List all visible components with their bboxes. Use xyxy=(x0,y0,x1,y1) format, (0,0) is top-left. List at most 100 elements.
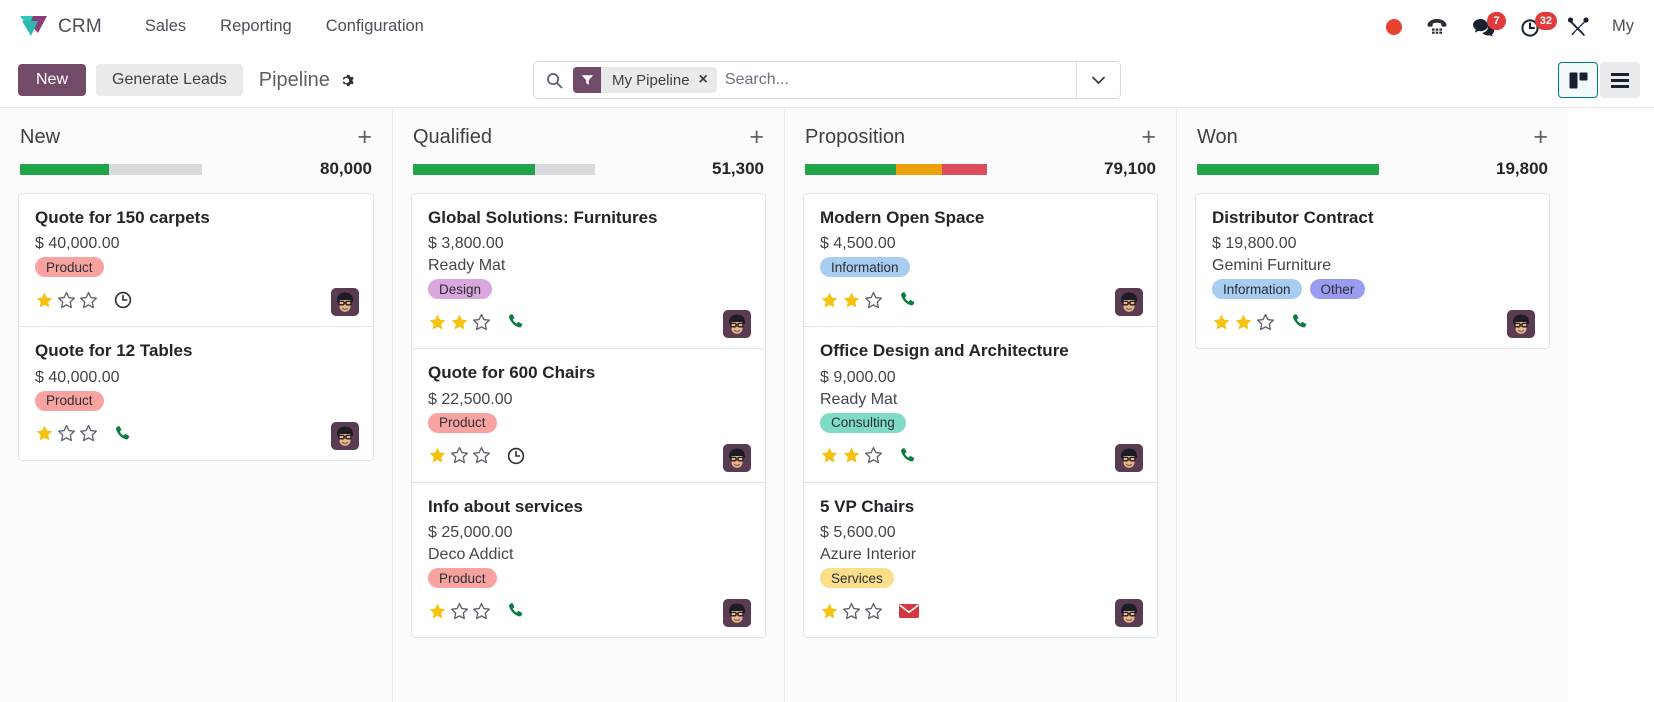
kanban-card[interactable]: Info about services $ 25,000.00 Deco Add… xyxy=(412,481,765,637)
add-card-button[interactable]: + xyxy=(1141,125,1156,150)
kanban-card[interactable]: Distributor Contract $ 19,800.00 Gemini … xyxy=(1196,194,1549,348)
search-input[interactable] xyxy=(716,63,1076,97)
nav-link-reporting[interactable]: Reporting xyxy=(203,9,309,44)
priority-star[interactable] xyxy=(864,291,883,310)
progress-segment[interactable] xyxy=(1197,163,1379,175)
activity-icon[interactable] xyxy=(1290,312,1310,332)
kanban-card[interactable]: Global Solutions: Furnitures $ 3,800.00 … xyxy=(412,194,765,348)
progress-segment[interactable] xyxy=(941,163,987,175)
priority-star[interactable] xyxy=(842,602,861,621)
avatar[interactable] xyxy=(1115,443,1143,472)
avatar[interactable] xyxy=(331,421,359,450)
activity-icon[interactable] xyxy=(506,601,526,621)
activity-icon[interactable] xyxy=(506,312,526,332)
progress-segment[interactable] xyxy=(413,163,535,175)
priority-star[interactable] xyxy=(428,602,447,621)
progress-segment[interactable] xyxy=(20,163,110,175)
card-title: Distributor Contract xyxy=(1212,208,1374,227)
avatar[interactable] xyxy=(1115,599,1143,628)
priority-star[interactable] xyxy=(864,602,883,621)
add-card-button[interactable]: + xyxy=(749,125,764,150)
activity-icon[interactable] xyxy=(506,446,526,466)
card-tag[interactable]: Product xyxy=(35,257,104,278)
record-dot-icon[interactable] xyxy=(1374,15,1414,39)
nav-link-configuration[interactable]: Configuration xyxy=(309,9,441,44)
priority-star[interactable] xyxy=(472,313,491,332)
list-view-button[interactable] xyxy=(1600,62,1640,98)
activity-icon[interactable] xyxy=(898,446,918,466)
priority-star[interactable] xyxy=(450,602,469,621)
priority-star[interactable] xyxy=(864,446,883,465)
kanban-card[interactable]: Quote for 600 Chairs $ 22,500.00 Product xyxy=(412,348,765,481)
progress-segment[interactable] xyxy=(896,163,942,175)
priority-star[interactable] xyxy=(79,291,98,310)
priority-star[interactable] xyxy=(1256,313,1275,332)
priority-star[interactable] xyxy=(35,291,54,310)
priority-star[interactable] xyxy=(820,291,839,310)
search-facet-my-pipeline[interactable]: My Pipeline × xyxy=(573,67,717,93)
priority-star[interactable] xyxy=(472,446,491,465)
priority-star[interactable] xyxy=(57,291,76,310)
activities-clock-icon[interactable]: 32 xyxy=(1508,11,1557,42)
tools-icon[interactable] xyxy=(1555,12,1602,42)
priority-star[interactable] xyxy=(428,313,447,332)
app-brand[interactable]: CRM xyxy=(18,14,102,40)
search-dropdown-toggle[interactable] xyxy=(1076,62,1120,98)
card-tag[interactable]: Product xyxy=(428,568,497,589)
activity-icon[interactable] xyxy=(898,290,918,310)
search-bar[interactable]: My Pipeline × xyxy=(533,61,1121,99)
card-tag[interactable]: Design xyxy=(428,279,493,300)
priority-star[interactable] xyxy=(450,313,469,332)
priority-star[interactable] xyxy=(450,446,469,465)
activity-icon[interactable] xyxy=(113,424,133,444)
card-tag[interactable]: Information xyxy=(820,257,910,278)
priority-star[interactable] xyxy=(57,424,76,443)
avatar[interactable] xyxy=(1115,288,1143,317)
progress-segment[interactable] xyxy=(534,163,595,175)
card-tag[interactable]: Other xyxy=(1309,279,1366,300)
dialpad-icon[interactable] xyxy=(1414,13,1460,41)
card-tag[interactable]: Consulting xyxy=(820,412,906,433)
avatar[interactable] xyxy=(723,443,751,472)
activity-icon[interactable] xyxy=(898,602,920,620)
facet-remove-icon[interactable]: × xyxy=(697,72,717,88)
messages-icon[interactable]: 7 xyxy=(1460,12,1508,41)
priority-star[interactable] xyxy=(820,602,839,621)
avatar[interactable] xyxy=(723,310,751,339)
progress-segment[interactable] xyxy=(109,163,202,175)
kanban-column: Qualified + 51,300 Global Solutions: Fur… xyxy=(392,108,784,702)
priority-star[interactable] xyxy=(472,602,491,621)
avatar[interactable] xyxy=(723,599,751,628)
card-tag[interactable]: Services xyxy=(820,568,894,589)
kanban-card[interactable]: Quote for 150 carpets $ 40,000.00 Produc… xyxy=(19,194,373,326)
card-tag[interactable]: Information xyxy=(1212,279,1302,300)
avatar-image xyxy=(1507,310,1535,339)
add-card-button[interactable]: + xyxy=(1533,125,1548,150)
priority-star[interactable] xyxy=(1234,313,1253,332)
progress-segment[interactable] xyxy=(805,163,896,175)
generate-leads-button[interactable]: Generate Leads xyxy=(96,64,243,96)
new-button[interactable]: New xyxy=(18,64,87,96)
avatar[interactable] xyxy=(1507,310,1535,339)
user-menu[interactable]: My xyxy=(1602,11,1640,42)
nav-link-sales[interactable]: Sales xyxy=(128,9,203,44)
priority-star[interactable] xyxy=(35,424,54,443)
priority-star[interactable] xyxy=(842,446,861,465)
kanban-card[interactable]: Quote for 12 Tables $ 40,000.00 Product xyxy=(19,326,373,459)
kanban-view-button[interactable] xyxy=(1558,62,1598,98)
card-tag[interactable]: Product xyxy=(35,390,104,411)
priority-star[interactable] xyxy=(428,446,447,465)
avatar[interactable] xyxy=(331,288,359,317)
phone-icon xyxy=(509,603,523,617)
priority-star[interactable] xyxy=(820,446,839,465)
kanban-card[interactable]: Office Design and Architecture $ 9,000.0… xyxy=(804,326,1157,481)
card-tag[interactable]: Product xyxy=(428,412,497,433)
add-card-button[interactable]: + xyxy=(357,125,372,150)
kanban-card[interactable]: 5 VP Chairs $ 5,600.00 Azure Interior Se… xyxy=(804,481,1157,637)
priority-star[interactable] xyxy=(1212,313,1231,332)
activity-icon[interactable] xyxy=(113,290,133,310)
priority-star[interactable] xyxy=(79,424,98,443)
priority-star[interactable] xyxy=(842,291,861,310)
gear-icon[interactable] xyxy=(339,73,354,88)
kanban-card[interactable]: Modern Open Space $ 4,500.00 Information xyxy=(804,194,1157,326)
